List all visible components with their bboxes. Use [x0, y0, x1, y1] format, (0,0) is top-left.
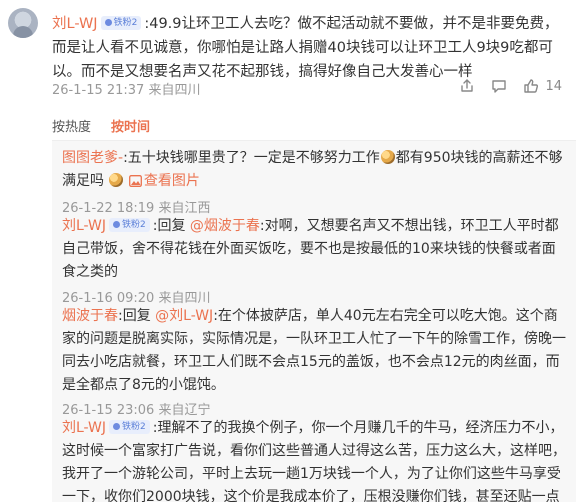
share-button[interactable]: [459, 78, 475, 94]
picture-icon: [128, 175, 142, 187]
reply-username[interactable]: 刘L-WJ: [62, 218, 106, 234]
reply-username[interactable]: 烟波于春: [62, 308, 118, 324]
share-icon: [461, 79, 474, 92]
main-comment-username[interactable]: 刘L-WJ: [52, 16, 98, 32]
like-count: 14: [545, 78, 562, 94]
main-comment-meta: 26-1-15 21:37 来自四川: [52, 79, 201, 98]
reply-username[interactable]: 刘L-WJ: [62, 420, 106, 436]
fan-badge[interactable]: 铁粉2: [109, 419, 150, 434]
mention-link[interactable]: @烟波于春: [190, 218, 260, 234]
view-picture-link[interactable]: 查看图片: [128, 173, 200, 189]
main-comment-body: 刘L-WJ 铁粉2:49.9让环卫工人去吃？做不起活动就不要做，并不是非要免费，而…: [52, 12, 567, 84]
emoji-icon: [380, 150, 395, 164]
list-item: 图图老爹-:五十块钱哪里贵了？一定是不够努力工作 都有950块钱的高薪还不够满足吗…: [62, 147, 567, 193]
tab-by-time[interactable]: 按时间: [111, 116, 150, 135]
fan-badge-icon: [104, 19, 112, 26]
list-item: 刘L-WJ 铁粉2:理解不了的我换个例子，你一个月赚几千的牛马，经济压力不小，这时…: [62, 417, 567, 502]
like-button[interactable]: 14: [523, 78, 562, 94]
like-icon: [524, 79, 539, 93]
list-item: 烟波于春:回复 @刘L-WJ:在个体披萨店，单人40元左右完全可以吃大饱。这个商…: [62, 308, 566, 393]
fan-badge-icon: [113, 221, 121, 228]
reply-text: :五十块钱哪里贵了？一定是不够努力工作: [123, 150, 380, 166]
reply-meta: 26-1-16 09:20 来自四川: [62, 291, 211, 306]
tab-by-hot[interactable]: 按热度: [52, 116, 91, 135]
emoji-icon: [109, 173, 124, 187]
reply-meta: 26-1-22 18:19 来自江西: [62, 201, 211, 216]
reply-username[interactable]: 图图老爹-: [62, 150, 123, 166]
fan-badge-icon: [113, 423, 121, 430]
fan-badge[interactable]: 铁粉2: [109, 217, 150, 232]
fan-badge[interactable]: 铁粉2: [100, 15, 142, 30]
reply-list: 图图老爹-:五十块钱哪里贵了？一定是不够努力工作 都有950块钱的高薪还不够满足吗…: [52, 140, 576, 502]
main-comment-actions: 14: [459, 78, 562, 94]
sort-tabs: 按热度 按时间: [52, 116, 150, 135]
comment-button[interactable]: [491, 78, 507, 94]
reply-meta: 26-1-15 23:06 来自辽宁: [62, 403, 211, 418]
mention-link[interactable]: @刘L-WJ: [155, 308, 213, 324]
list-item: 刘L-WJ 铁粉2:回复 @烟波于春:对啊，又想要名声又不想出钱，环卫工人平时都自…: [62, 217, 559, 280]
comment-icon: [492, 80, 507, 93]
avatar[interactable]: [8, 8, 38, 38]
main-comment-location: 来自四川: [148, 83, 201, 98]
main-comment-time: 26-1-15 21:37: [52, 83, 145, 98]
